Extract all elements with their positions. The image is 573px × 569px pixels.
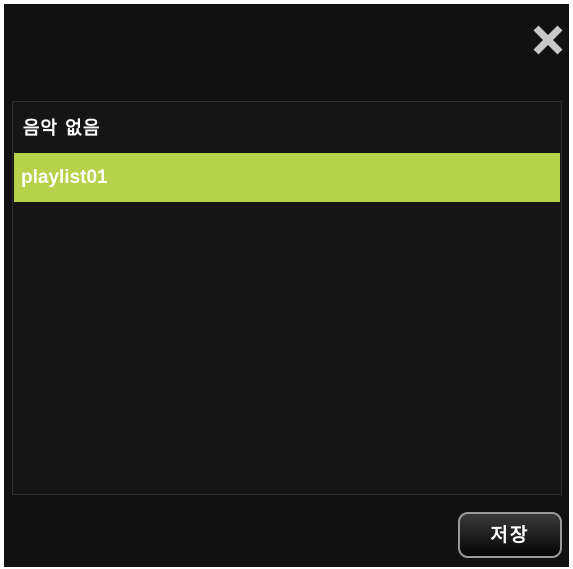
list-item-label: playlist01 — [21, 167, 108, 188]
save-button[interactable]: 저장 — [458, 512, 562, 558]
close-icon — [533, 25, 563, 55]
no-music-label: 음악 없음 — [23, 118, 101, 139]
playlist-dialog: 음악 없음 playlist01 저장 — [4, 4, 569, 567]
close-button[interactable] — [530, 22, 566, 58]
list-item-playlist01[interactable]: playlist01 — [14, 153, 560, 202]
playlist-list: 음악 없음 playlist01 — [12, 101, 562, 495]
